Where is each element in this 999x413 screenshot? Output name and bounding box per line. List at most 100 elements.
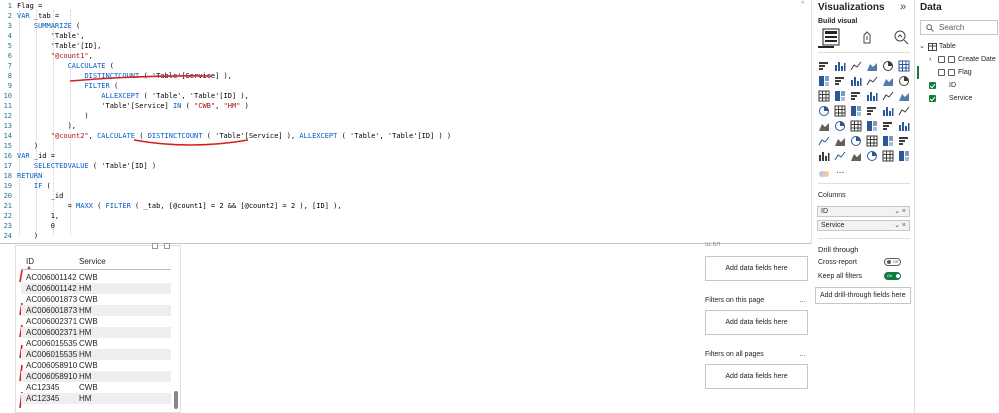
table-row[interactable]: AC12345 HM (21, 393, 171, 404)
code-line[interactable]: 19 IF ( (0, 181, 811, 191)
page-filter-drop-zone[interactable]: Add data fields here (705, 310, 808, 335)
qa-icon[interactable] (866, 135, 878, 147)
card-icon[interactable] (898, 105, 910, 117)
chevron-right-icon[interactable]: › (929, 54, 931, 66)
code-line[interactable]: 9 FILTER ( (0, 81, 811, 91)
python-visual-icon[interactable] (818, 135, 830, 147)
area-chart-icon[interactable] (834, 75, 846, 87)
field-checkbox[interactable] (929, 82, 936, 89)
funnel-icon[interactable] (818, 90, 830, 102)
data-search-input[interactable]: Search (920, 20, 998, 35)
gauge-icon[interactable] (882, 105, 894, 117)
cross-report-toggle[interactable]: Off (884, 258, 901, 266)
clustered-bar-icon[interactable] (850, 60, 862, 72)
dashboard-icon[interactable] (866, 150, 878, 162)
code-line[interactable]: 3 SUMMARIZE ( (0, 21, 811, 31)
azure-map-icon[interactable] (850, 105, 862, 117)
stacked-bar-icon[interactable] (818, 60, 830, 72)
multi-card-icon[interactable] (818, 120, 830, 132)
table-row[interactable]: AC006001142 HM (21, 283, 171, 294)
table-row[interactable]: AC006058910 CWB (21, 360, 171, 371)
filters-all-more-button[interactable]: ... (799, 349, 806, 358)
code-line[interactable]: 17 SELECTEDVALUE ( 'Table'[ID] ) (0, 161, 811, 171)
ribbon-chart-icon[interactable] (882, 75, 894, 87)
stacked-column-icon[interactable] (834, 60, 846, 72)
matrix-icon[interactable] (882, 120, 894, 132)
table-row[interactable]: AC006001873 HM (21, 305, 171, 316)
well-controls-icon[interactable]: ⌄ × (894, 221, 906, 231)
chevron-down-icon[interactable]: ⌄ (919, 41, 925, 53)
power-apps-icon[interactable] (834, 150, 846, 162)
table-row[interactable]: AC006002371 HM (21, 327, 171, 338)
pie-icon[interactable] (850, 90, 862, 102)
code-line[interactable]: 1 Flag = (0, 1, 811, 11)
r-visual-icon[interactable] (898, 120, 910, 132)
map-icon[interactable] (898, 90, 910, 102)
goals-icon[interactable] (898, 135, 910, 147)
scatter-icon[interactable] (834, 90, 846, 102)
table-scrollbar[interactable] (174, 391, 178, 409)
field-checkbox[interactable] (929, 95, 936, 102)
more-visuals-button[interactable]: ... (836, 165, 844, 176)
clustered-column-icon[interactable] (866, 60, 878, 72)
field-checkbox[interactable] (938, 56, 945, 63)
100-column-icon[interactable] (898, 60, 910, 72)
dax-formula-editor[interactable]: 1 Flag = 2 VAR _tab = 3 SUMMARIZE (4 'Table'… (0, 0, 812, 244)
code-line[interactable]: 4 'Table', (0, 31, 811, 41)
donut-icon[interactable] (866, 90, 878, 102)
kpi-icon[interactable] (834, 120, 846, 132)
treemap-icon[interactable] (882, 90, 894, 102)
table-row[interactable]: AC006015535 CWB (21, 338, 171, 349)
code-line[interactable]: 23 0 (0, 221, 811, 231)
resize-handle[interactable] (152, 243, 158, 249)
code-line[interactable]: 15 ) (0, 141, 811, 151)
table-visual[interactable]: ID Service ▲ AC006001142 CWB AC006001142 HM… (15, 243, 181, 413)
filters-page-more-button[interactable]: ... (799, 295, 806, 304)
table-row[interactable]: AC12345 CWB (21, 382, 171, 393)
custom-visual-icon[interactable] (818, 170, 830, 178)
100-bar-icon[interactable] (882, 60, 894, 72)
line-chart-icon[interactable] (818, 75, 830, 87)
paginated-report-icon[interactable] (818, 150, 830, 162)
collapse-chevron-icon[interactable]: ^ (801, 1, 809, 8)
code-line[interactable]: 14 "@count2", CALCULATE ( DISTINCTCOUNT … (0, 131, 811, 141)
code-line[interactable]: 11 'Table'[Service] IN ( "CWB", "HM" ) (0, 101, 811, 111)
build-visual-tab-icon[interactable] (822, 28, 840, 46)
resize-handle[interactable] (164, 243, 170, 249)
code-line[interactable]: 13 ), (0, 121, 811, 131)
table-row[interactable]: AC006058910 HM (21, 371, 171, 382)
arcgis-icon[interactable] (866, 105, 878, 117)
table-row[interactable]: AC006015535 HM (21, 349, 171, 360)
key-influencers-icon[interactable] (834, 135, 846, 147)
code-line[interactable]: 7 CALCULATE ( (0, 61, 811, 71)
analytics-tab-icon[interactable] (892, 28, 910, 46)
code-line[interactable]: 21 = MAXX ( FILTER ( _tab, [@count1] = 2… (0, 201, 811, 211)
diamond-icon[interactable] (882, 150, 894, 162)
format-visual-tab-icon[interactable] (858, 28, 876, 46)
code-line[interactable]: 22 1, (0, 211, 811, 221)
code-line[interactable]: 5 'Table'[ID], (0, 41, 811, 51)
line-column-icon[interactable] (866, 75, 878, 87)
add-drill-through-field-button[interactable]: Add drill-through fields here (815, 287, 911, 304)
table-row[interactable]: AC006002371 CWB (21, 316, 171, 327)
code-line[interactable]: 2 VAR _tab = (0, 11, 811, 21)
columns-well-service[interactable]: Service ⌄ × (817, 220, 910, 231)
table-row[interactable]: AC006001142 CWB (21, 272, 171, 283)
columns-well-id[interactable]: ID ⌄ × (817, 206, 910, 217)
code-line[interactable]: 16 VAR _id = (0, 151, 811, 161)
decomposition-tree-icon[interactable] (850, 135, 862, 147)
filled-map-icon[interactable] (818, 105, 830, 117)
stacked-area-icon[interactable] (850, 75, 862, 87)
slicer-icon[interactable] (850, 120, 862, 132)
code-line[interactable]: 10 ALLEXCEPT ( 'Table', 'Table'[ID] ), (0, 91, 811, 101)
chevron-icon[interactable] (898, 150, 910, 162)
all-pages-filter-drop-zone[interactable]: Add data fields here (705, 364, 808, 389)
well-controls-icon[interactable]: ⌄ × (894, 207, 906, 217)
collapse-pane-icon[interactable]: » (900, 1, 906, 13)
code-line[interactable]: 20 _id (0, 191, 811, 201)
power-automate-icon[interactable] (850, 150, 862, 162)
waterfall-icon[interactable] (898, 75, 910, 87)
code-line[interactable]: 24 ) (0, 231, 811, 241)
table-visual-icon[interactable] (866, 120, 878, 132)
code-line[interactable]: 12 ) (0, 111, 811, 121)
